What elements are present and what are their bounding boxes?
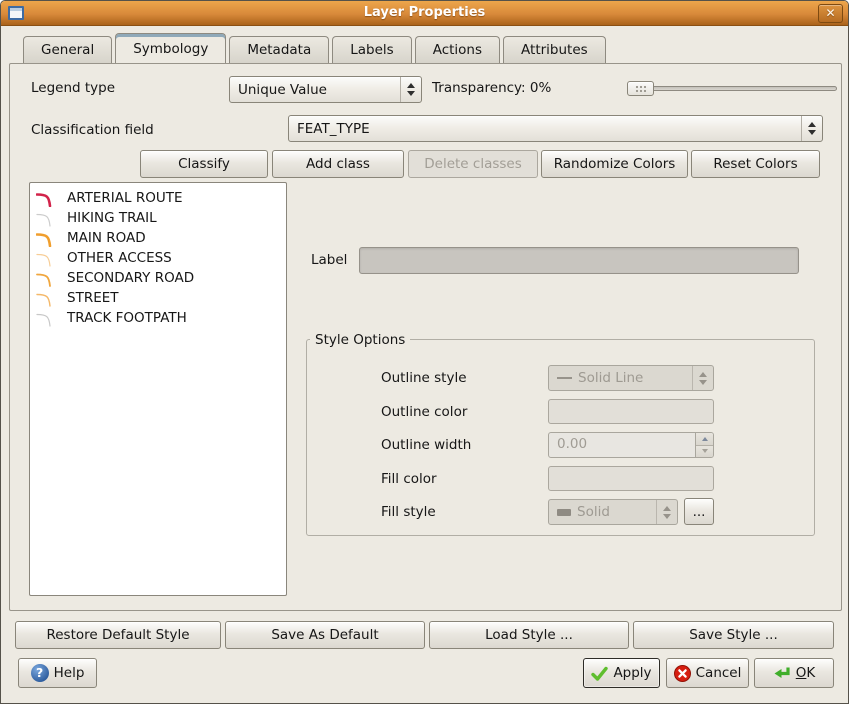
tab-symbology[interactable]: Symbology [115,33,226,63]
tab-attributes[interactable]: Attributes [503,36,606,63]
ok-button[interactable]: OK [754,658,834,688]
apply-button[interactable]: Apply [583,658,660,688]
tab-content-frame [9,63,842,611]
titlebar[interactable]: Layer Properties ✕ [1,1,848,26]
load-style-button[interactable]: Load Style ... [429,621,629,649]
tab-bar: General Symbology Metadata Labels Action… [23,36,609,63]
tab-labels[interactable]: Labels [332,36,411,63]
help-button-label: Help [54,665,85,681]
cancel-icon [674,665,691,682]
close-icon[interactable]: ✕ [818,4,843,23]
apply-check-icon [591,666,608,681]
style-options-title: Style Options [310,332,410,348]
restore-default-style-button[interactable]: Restore Default Style [15,621,221,649]
tab-general[interactable]: General [23,36,112,63]
save-as-default-button[interactable]: Save As Default [225,621,425,649]
cancel-button[interactable]: Cancel [666,658,749,688]
save-style-button[interactable]: Save Style ... [633,621,834,649]
window-title: Layer Properties [1,5,848,20]
ok-button-label: OK [796,665,816,681]
help-button[interactable]: ? Help [18,658,97,688]
ok-enter-arrow-icon [773,665,791,681]
help-icon: ? [31,664,49,682]
layer-properties-dialog: Layer Properties ✕ General Symbology Met… [0,0,849,704]
cancel-button-label: Cancel [696,665,742,681]
apply-button-label: Apply [613,665,651,681]
tab-metadata[interactable]: Metadata [229,36,329,63]
tab-actions[interactable]: Actions [415,36,500,63]
